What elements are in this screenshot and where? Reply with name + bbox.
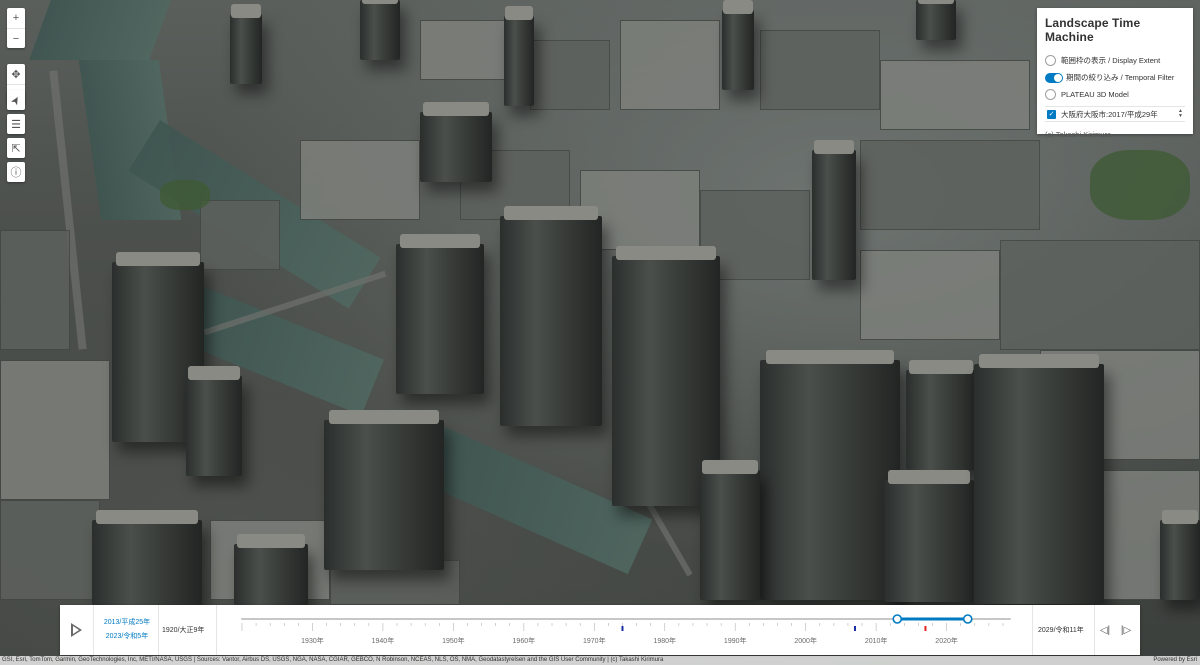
building	[530, 40, 610, 110]
divider	[1032, 605, 1033, 655]
plateau-label: PLATEAU 3D Model	[1061, 90, 1129, 99]
display-extent-label: 範囲枠の表示 / Display Extent	[1061, 56, 1161, 65]
building	[0, 360, 110, 500]
data-marker	[621, 626, 624, 631]
info-toolbar: ⓘ	[7, 162, 25, 182]
building	[300, 140, 420, 220]
powered-by-esri[interactable]: Powered by Esri	[1153, 656, 1197, 665]
share-button[interactable]: ⇱	[7, 138, 25, 158]
building	[760, 30, 880, 110]
decade-label: 2010年	[865, 636, 888, 645]
river	[29, 0, 171, 60]
display-extent-option[interactable]: 範囲枠の表示 / Display Extent	[1045, 52, 1185, 69]
next-button[interactable]: |▷	[1118, 620, 1134, 640]
decade-label: 1960年	[513, 636, 536, 645]
building	[420, 20, 510, 80]
share-icon: ⇱	[11, 142, 21, 155]
building	[396, 234, 484, 394]
slider-max-label: 2029/令和11年	[1038, 627, 1084, 634]
layer-list-button[interactable]: ☰	[7, 114, 25, 134]
building	[234, 534, 308, 605]
zoom-out-button[interactable]: −	[7, 28, 25, 48]
building	[1000, 240, 1200, 350]
current-marker	[924, 626, 927, 631]
panel-title: Landscape Time Machine	[1045, 16, 1141, 44]
zoom-toolbar: + −	[7, 8, 25, 48]
building	[700, 460, 760, 600]
pan-icon: ✥	[11, 68, 21, 81]
layer-stepper[interactable]: ▲ ▼	[1178, 109, 1185, 119]
range-end-thumb[interactable]	[962, 614, 973, 624]
decade-label: 2020年	[935, 636, 958, 645]
map-3d-scene[interactable]	[0, 0, 1200, 665]
building	[420, 102, 492, 182]
park	[160, 180, 210, 210]
temporal-filter-option[interactable]: 期間の絞り込み / Temporal Filter	[1045, 69, 1185, 86]
building	[916, 0, 956, 40]
decade-label: 1950年	[442, 636, 465, 645]
widget-toolbar: ☰	[7, 114, 25, 134]
share-toolbar: ⇱	[7, 138, 25, 158]
decade-label: 1970年	[583, 636, 606, 645]
data-marker	[853, 626, 856, 631]
building	[620, 20, 720, 110]
time-slider: 2013/平成25年 2023/令和5年 1920/大正9年 1930年 1940…	[60, 605, 1140, 655]
zoom-in-button[interactable]: +	[7, 8, 25, 28]
building	[500, 206, 602, 426]
building	[92, 510, 202, 605]
building	[360, 0, 400, 60]
plateau-option[interactable]: PLATEAU 3D Model	[1045, 86, 1185, 103]
decade-label: 2000年	[794, 636, 817, 645]
building	[230, 4, 262, 84]
temporal-filter-label: 期間の絞り込み / Temporal Filter	[1066, 73, 1175, 82]
plateau-radio[interactable]	[1045, 89, 1056, 100]
park	[1090, 150, 1190, 220]
building	[906, 360, 976, 470]
building	[860, 250, 1000, 340]
range-start-thumb[interactable]	[892, 614, 903, 624]
building	[722, 0, 754, 90]
previous-button[interactable]: ◁|	[1097, 620, 1113, 640]
building	[0, 230, 70, 350]
decade-label: 1930年	[301, 636, 324, 645]
landscape-panel: Landscape Time Machine 範囲枠の表示 / Display …	[1037, 8, 1193, 139]
decade-label: 1940年	[372, 636, 395, 645]
building	[974, 354, 1104, 604]
compass-icon: ➤	[8, 93, 24, 108]
building	[200, 200, 280, 270]
plus-icon: +	[12, 12, 20, 24]
building	[760, 350, 900, 600]
minus-icon: −	[12, 32, 20, 45]
building	[884, 470, 974, 602]
building	[186, 366, 242, 476]
layer-list-icon: ☰	[11, 118, 21, 131]
building	[504, 6, 534, 106]
map-attribution: GSI, Esri, TomTom, Garmin, GeoTechnologi…	[0, 656, 1200, 665]
temporal-filter-toggle[interactable]	[1045, 72, 1063, 83]
display-extent-radio[interactable]	[1045, 55, 1056, 66]
pan-button[interactable]: ✥	[7, 64, 25, 84]
info-icon: ⓘ	[10, 167, 22, 179]
decade-label: 1980年	[653, 636, 676, 645]
building	[0, 500, 100, 600]
building	[812, 140, 856, 280]
info-button[interactable]: ⓘ	[7, 162, 25, 182]
attribution-text: GSI, Esri, TomTom, Garmin, GeoTechnologi…	[2, 657, 664, 663]
layer-select[interactable]: ✓ 大阪府大阪市:2017/平成29年 ▲ ▼	[1045, 106, 1185, 122]
building	[860, 140, 1040, 230]
layer-select-label: 大阪府大阪市:2017/平成29年	[1061, 109, 1158, 119]
building	[880, 60, 1030, 130]
slider-track[interactable]: 1930年 1940年 1950年 1960年 1970年 1980年 1990年 2000年…	[60, 605, 1140, 655]
divider	[1094, 605, 1095, 655]
chevron-down-icon[interactable]: ▼	[1178, 114, 1183, 119]
compass-button[interactable]: ➤	[7, 90, 25, 110]
building	[324, 410, 444, 570]
decade-label: 1990年	[724, 636, 747, 645]
next-icon: |▷	[1120, 624, 1132, 636]
panel-credit: (c) Takashi Kirimura	[1045, 130, 1112, 139]
layer-checkbox[interactable]: ✓	[1047, 109, 1056, 119]
compass-toolbar: ➤	[7, 90, 25, 110]
building	[1160, 510, 1200, 600]
previous-icon: ◁|	[1099, 624, 1111, 636]
